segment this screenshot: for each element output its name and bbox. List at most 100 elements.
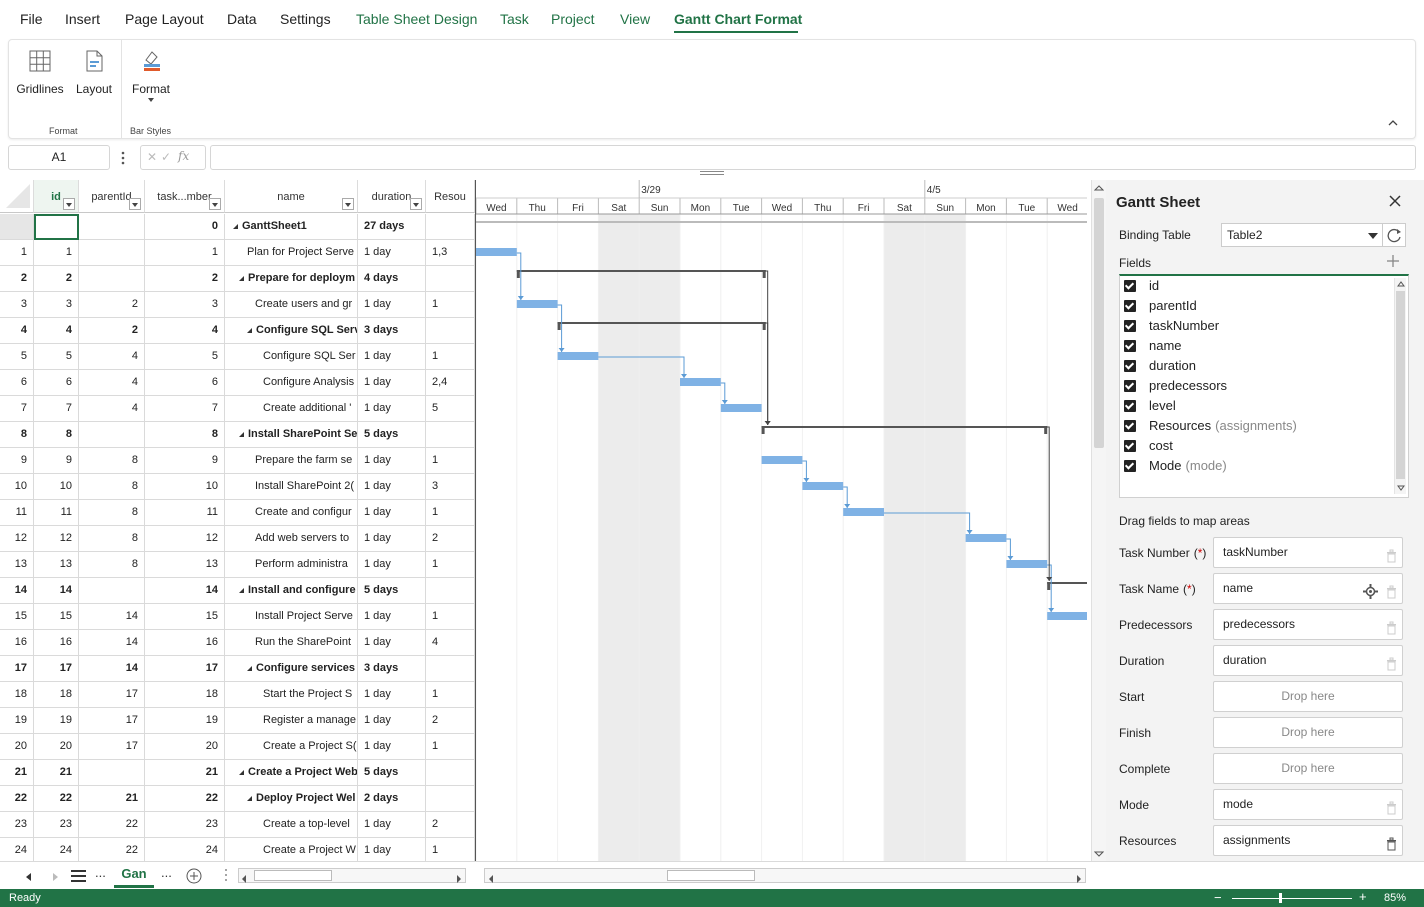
cell-resources[interactable]: 1: [426, 604, 475, 629]
collapse-triangle-icon[interactable]: [247, 795, 252, 801]
cell-resources[interactable]: 1: [426, 292, 475, 317]
cell-resources[interactable]: 1: [426, 734, 475, 759]
cell-parent-id[interactable]: [79, 266, 145, 291]
scroll-left-icon[interactable]: [488, 872, 494, 886]
cell-parent-id[interactable]: [79, 578, 145, 603]
menu-item-insert[interactable]: Insert: [65, 11, 100, 27]
cell-parent-id[interactable]: 8: [79, 474, 145, 499]
collapse-ribbon-icon[interactable]: [1387, 116, 1399, 126]
cell-id[interactable]: 2: [34, 266, 79, 291]
row-number[interactable]: 1: [0, 240, 34, 265]
cell-id[interactable]: 5: [34, 344, 79, 369]
cell-parent-id[interactable]: 4: [79, 396, 145, 421]
fx-icon[interactable]: fx: [178, 149, 189, 163]
scroll-thumb[interactable]: [1094, 198, 1104, 448]
cell-id[interactable]: 20: [34, 734, 79, 759]
cell-duration[interactable]: 1 day: [358, 526, 426, 551]
cell-resources[interactable]: [426, 760, 475, 785]
gantt-task-bar[interactable]: [802, 482, 844, 490]
cell-id[interactable]: 17: [34, 656, 79, 681]
task-name-cell[interactable]: Add web servers to: [225, 526, 358, 551]
row-number[interactable]: 11: [0, 500, 34, 525]
table-row[interactable]: 15 15 14 15 Install Project Serve 1 day 1: [0, 604, 475, 630]
table-row[interactable]: 3 3 2 3 Create users and gr 1 day 1: [0, 292, 475, 318]
task-name-cell[interactable]: Configure SQL Serv: [225, 318, 358, 343]
task-name-cell[interactable]: Create a Project W: [225, 838, 358, 861]
field-item-resources[interactable]: Resources (assignments): [1124, 416, 1384, 436]
cell-duration[interactable]: 1 day: [358, 552, 426, 577]
cell-parent-id[interactable]: [79, 214, 145, 239]
zoom-slider[interactable]: [1232, 898, 1352, 899]
cell-task-number[interactable]: 4: [145, 318, 225, 343]
cell-task-number[interactable]: 19: [145, 708, 225, 733]
collapse-triangle-icon[interactable]: [247, 327, 252, 333]
row-number[interactable]: 19: [0, 708, 34, 733]
cell-duration[interactable]: 3 days: [358, 318, 426, 343]
cell-parent-id[interactable]: 21: [79, 786, 145, 811]
tab-splitter-icon[interactable]: [224, 868, 228, 882]
next-sheet-icon[interactable]: [52, 871, 60, 885]
gantt-task-bar[interactable]: [516, 300, 558, 308]
cell-resources[interactable]: 2: [426, 812, 475, 837]
collapse-triangle-icon[interactable]: [239, 587, 244, 593]
task-name-cell[interactable]: Create a top-level: [225, 812, 358, 837]
row-number[interactable]: 4: [0, 318, 34, 343]
cell-duration[interactable]: 1 day: [358, 448, 426, 473]
task-name-cell[interactable]: Deploy Project Wel: [225, 786, 358, 811]
cell-id[interactable]: 9: [34, 448, 79, 473]
table-row[interactable]: 21 21 21 Create a Project Web 5 days: [0, 760, 475, 786]
menu-item-gantt-chart-format[interactable]: Gantt Chart Format: [674, 11, 802, 27]
filter-dropdown-icon[interactable]: [410, 198, 422, 210]
cell-resources[interactable]: 1: [426, 682, 475, 707]
table-row[interactable]: 8 8 8 Install SharePoint Se 5 days: [0, 422, 475, 448]
mapping-field[interactable]: mode: [1213, 789, 1403, 820]
cell-resources[interactable]: 2,4: [426, 370, 475, 395]
row-number[interactable]: 3: [0, 292, 34, 317]
field-item-name[interactable]: name: [1124, 336, 1384, 356]
cell-duration[interactable]: 5 days: [358, 760, 426, 785]
field-item-duration[interactable]: duration: [1124, 356, 1384, 376]
row-number[interactable]: 8: [0, 422, 34, 447]
sheet-list-icon[interactable]: [71, 869, 87, 883]
table-row[interactable]: 6 6 4 6 Configure Analysis 1 day 2,4: [0, 370, 475, 396]
mapping-field[interactable]: duration: [1213, 645, 1403, 676]
cell-task-number[interactable]: 2: [145, 266, 225, 291]
row-number[interactable]: 24: [0, 838, 34, 861]
cell-task-number[interactable]: 11: [145, 500, 225, 525]
cell-task-number[interactable]: 15: [145, 604, 225, 629]
sheet-tab-active[interactable]: Gan: [114, 862, 154, 888]
row-number[interactable]: 16: [0, 630, 34, 655]
gantt-task-bar[interactable]: [680, 378, 721, 386]
menu-item-page-layout[interactable]: Page Layout: [125, 11, 204, 27]
drop-zone[interactable]: Drop here: [1213, 717, 1403, 748]
field-item-mode[interactable]: Mode (mode): [1124, 456, 1384, 476]
cell-task-number[interactable]: 24: [145, 838, 225, 861]
cell-task-number[interactable]: 13: [145, 552, 225, 577]
filter-dropdown-icon[interactable]: [342, 198, 354, 210]
cell-resources[interactable]: 5: [426, 396, 475, 421]
cell-id[interactable]: 1: [34, 240, 79, 265]
cell-id[interactable]: 19: [34, 708, 79, 733]
table-row[interactable]: 18 18 17 18 Start the Project S1 day 1: [0, 682, 475, 708]
refresh-button[interactable]: [1382, 223, 1406, 247]
cell-parent-id[interactable]: 8: [79, 448, 145, 473]
row-number[interactable]: 10: [0, 474, 34, 499]
prev-sheet-icon[interactable]: [24, 871, 32, 885]
cell-task-number[interactable]: 10: [145, 474, 225, 499]
task-name-cell[interactable]: Run the SharePoint: [225, 630, 358, 655]
field-item-predecessors[interactable]: predecessors: [1124, 376, 1384, 396]
cell-resources[interactable]: [426, 656, 475, 681]
task-name-cell[interactable]: Create users and gr: [225, 292, 358, 317]
task-name-cell[interactable]: Start the Project S: [225, 682, 358, 707]
cell-parent-id[interactable]: [79, 760, 145, 785]
cell-task-number[interactable]: 14: [145, 578, 225, 603]
task-name-cell[interactable]: Register a manage: [225, 708, 358, 733]
scroll-right-icon[interactable]: [456, 872, 462, 886]
cell-resources[interactable]: 1,3: [426, 240, 475, 265]
drop-zone[interactable]: Drop here: [1213, 681, 1403, 712]
cell-duration[interactable]: 1 day: [358, 630, 426, 655]
cell-duration[interactable]: 5 days: [358, 422, 426, 447]
checkbox-checked-icon[interactable]: [1124, 400, 1136, 412]
row-number[interactable]: 2: [0, 266, 34, 291]
filter-dropdown-icon[interactable]: [129, 198, 141, 210]
